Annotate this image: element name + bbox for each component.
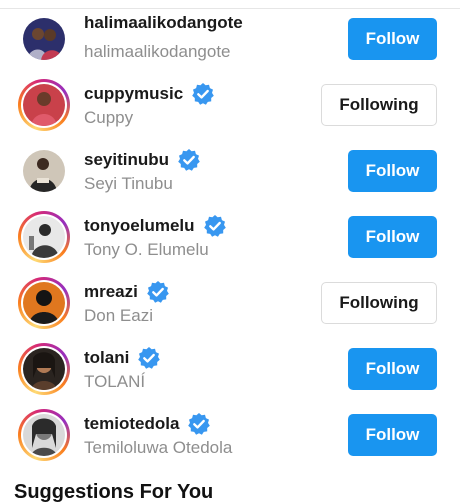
profile-photo [23, 84, 65, 126]
full-name: Seyi Tinubu [84, 174, 173, 193]
account-row[interactable]: mreazi Don Eazi Following [0, 270, 460, 336]
username[interactable]: halimaalikodangote [84, 13, 243, 33]
avatar[interactable] [18, 211, 70, 263]
follow-button[interactable]: Follow [348, 414, 437, 456]
account-row[interactable]: tolani TOLANÍ Follow [0, 336, 460, 402]
profile-photo [23, 348, 65, 390]
profile-photo [23, 18, 65, 60]
full-name: Cuppy [84, 108, 134, 127]
full-name: TOLANÍ [84, 372, 146, 391]
username[interactable]: tolani [84, 346, 161, 370]
username[interactable]: mreazi [84, 280, 170, 304]
full-name: Tony O. Elumelu [84, 240, 209, 259]
following-button[interactable]: Following [321, 84, 437, 126]
follow-button[interactable]: Follow [348, 150, 437, 192]
account-row[interactable]: temiotedola Temiloluwa Otedola Follow [0, 402, 460, 468]
verified-badge-icon [203, 214, 227, 238]
full-name: Don Eazi [84, 306, 153, 325]
account-row[interactable]: seyitinubu Seyi Tinubu Follow [0, 138, 460, 204]
avatar[interactable] [18, 343, 70, 395]
follow-button[interactable]: Follow [348, 216, 437, 258]
verified-badge-icon [146, 280, 170, 304]
follow-button[interactable]: Follow [348, 18, 437, 60]
full-name: halimaalikodangote [84, 42, 231, 61]
avatar[interactable] [18, 13, 70, 65]
profile-photo [23, 282, 65, 324]
avatar[interactable] [18, 145, 70, 197]
account-row[interactable]: tonyoelumelu Tony O. Elumelu Follow [0, 204, 460, 270]
profile-photo [23, 216, 65, 258]
avatar[interactable] [18, 409, 70, 461]
username[interactable]: seyitinubu [84, 148, 201, 172]
full-name: Temiloluwa Otedola [84, 438, 233, 457]
username[interactable]: temiotedola [84, 412, 211, 436]
avatar[interactable] [18, 277, 70, 329]
follow-button[interactable]: Follow [348, 348, 437, 390]
verified-badge-icon [137, 346, 161, 370]
account-row[interactable]: cuppymusic Cuppy Following [0, 72, 460, 138]
profile-photo [23, 414, 65, 456]
verified-badge-icon [191, 82, 215, 106]
avatar[interactable] [18, 79, 70, 131]
verified-badge-icon [177, 148, 201, 172]
profile-photo [23, 150, 65, 192]
section-title: Suggestions For You [14, 481, 214, 503]
verified-badge-icon [187, 412, 211, 436]
username[interactable]: cuppymusic [84, 82, 215, 106]
username[interactable]: tonyoelumelu [84, 214, 227, 238]
account-row[interactable]: halimaalikodangote halimaalikodangote Fo… [0, 6, 460, 72]
following-button[interactable]: Following [321, 282, 437, 324]
